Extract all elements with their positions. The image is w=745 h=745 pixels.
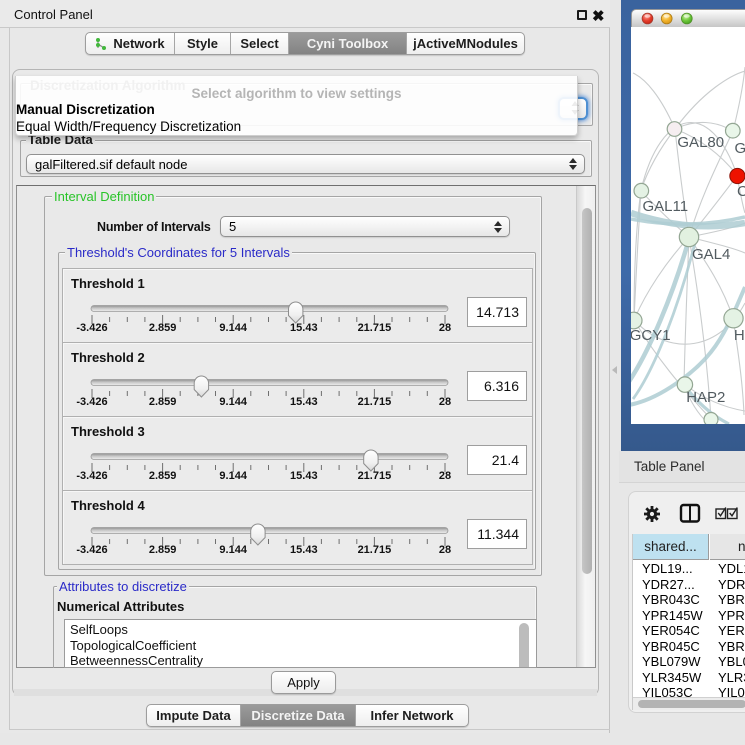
svg-text:H: H [734, 327, 745, 344]
svg-text:-3.426: -3.426 [76, 322, 107, 334]
svg-text:15.43: 15.43 [290, 544, 318, 556]
svg-text:2.859: 2.859 [149, 396, 177, 408]
svg-text:21.715: 21.715 [358, 470, 392, 482]
svg-text:HAP2: HAP2 [686, 389, 725, 406]
svg-text:28: 28 [439, 470, 451, 482]
svg-text:9.144: 9.144 [219, 396, 247, 408]
svg-text:GCY1: GCY1 [631, 327, 671, 344]
svg-text:GAL11: GAL11 [643, 198, 689, 215]
svg-text:15.43: 15.43 [290, 322, 318, 334]
svg-text:-3.426: -3.426 [76, 396, 107, 408]
svg-text:GAL80: GAL80 [677, 134, 724, 151]
svg-text:2.859: 2.859 [149, 544, 177, 556]
svg-text:15.43: 15.43 [290, 470, 318, 482]
svg-text:28: 28 [439, 396, 451, 408]
svg-text:28: 28 [439, 322, 451, 334]
svg-text:21.715: 21.715 [358, 396, 392, 408]
svg-text:-3.426: -3.426 [76, 470, 107, 482]
svg-text:9.144: 9.144 [219, 470, 247, 482]
svg-text:-3.426: -3.426 [76, 544, 107, 556]
svg-text:2.859: 2.859 [149, 322, 177, 334]
svg-text:GA: GA [735, 140, 745, 157]
svg-text:C: C [737, 183, 745, 200]
svg-text:GAL4: GAL4 [692, 246, 730, 263]
svg-text:15.43: 15.43 [290, 396, 318, 408]
svg-text:28: 28 [439, 544, 451, 556]
svg-text:21.715: 21.715 [358, 544, 392, 556]
svg-text:9.144: 9.144 [219, 322, 247, 334]
svg-text:2.859: 2.859 [149, 470, 177, 482]
svg-text:21.715: 21.715 [358, 322, 392, 334]
svg-text:9.144: 9.144 [219, 544, 247, 556]
